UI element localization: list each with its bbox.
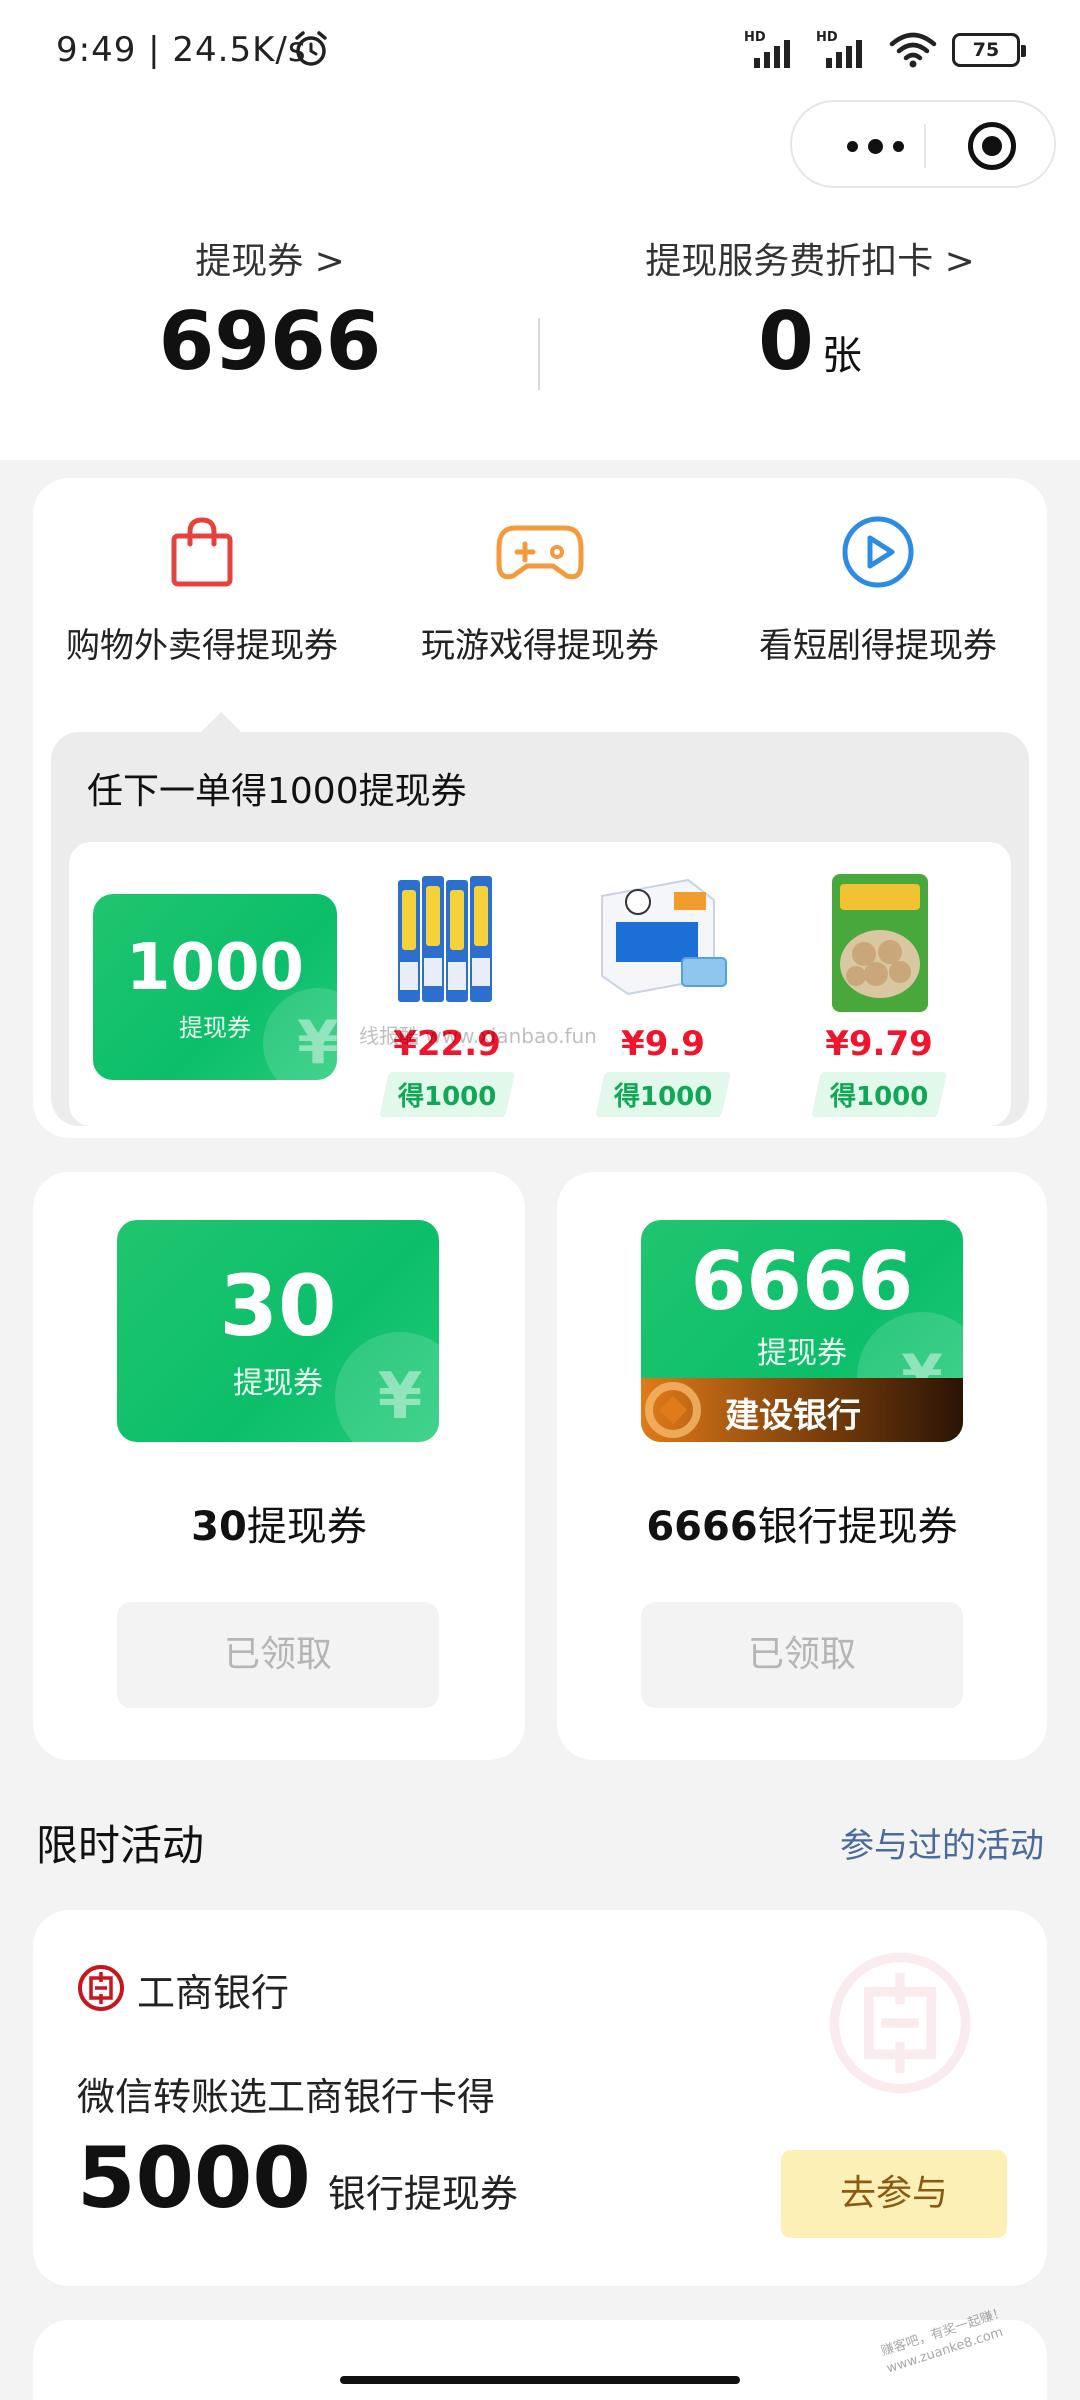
voucher-balance-value: 6966 bbox=[158, 295, 382, 388]
task-card: 购物外卖得提现券 玩游戏得提现券 看短剧得提现券 任下一单得1000提现券 10… bbox=[33, 478, 1047, 1138]
home-indicator[interactable] bbox=[340, 2376, 740, 2384]
promo-title: 任下一单得1000提现券 bbox=[87, 771, 467, 812]
voucher-balance[interactable]: 提现券 > 6966 bbox=[70, 232, 470, 382]
reward-coupon-6666: 6666 提现券 ¥ 建设银行 bbox=[641, 1220, 963, 1442]
bank-strip: 建设银行 bbox=[641, 1378, 963, 1442]
reward-title: 6666银行提现券 bbox=[646, 1504, 958, 1550]
signal-icon: HD bbox=[816, 30, 874, 70]
section-title: 限时活动 bbox=[36, 1821, 205, 1870]
yen-icon: ¥ bbox=[335, 1332, 439, 1442]
product-reward-badge: 得1000 bbox=[379, 1072, 515, 1117]
joined-activities-link[interactable]: 参与过的活动 bbox=[840, 1818, 1044, 1867]
washing-machine-cleaner-image bbox=[601, 878, 727, 996]
activity-unit: 银行提现券 bbox=[327, 2172, 518, 2216]
icbc-logo-watermark-icon bbox=[829, 1952, 971, 2094]
product-reward-badge: 得1000 bbox=[595, 1072, 731, 1117]
status-bar: 9:49 | 24.5K/s HD HD 75 bbox=[0, 0, 1080, 100]
discount-card-balance[interactable]: 提现服务费折扣卡 > 0张 bbox=[610, 232, 1010, 382]
bank-strip-label: 建设银行 bbox=[725, 1396, 861, 1436]
tab-short-drama[interactable]: 看短剧得提现券 bbox=[709, 514, 1047, 667]
activity-bank-name: 工商银行 bbox=[137, 1971, 290, 2015]
product-price: ¥9.79 bbox=[825, 1024, 933, 1064]
discount-card-count: 0张 bbox=[758, 295, 862, 388]
miniprogram-capsule bbox=[790, 100, 1056, 188]
tab-games-label: 玩游戏得提现券 bbox=[421, 626, 659, 666]
play-icon bbox=[842, 516, 914, 588]
capsule-divider bbox=[924, 124, 926, 168]
tea-eggs-image bbox=[832, 874, 928, 1012]
reward-coupon-30: 30 提现券 ¥ bbox=[117, 1220, 439, 1442]
task-tabs: 购物外卖得提现券 玩游戏得提现券 看短剧得提现券 bbox=[33, 514, 1047, 666]
discount-card-label: 提现服务费折扣卡 > bbox=[645, 241, 975, 282]
product-reward-badge: 得1000 bbox=[811, 1072, 947, 1117]
icbc-logo-icon bbox=[78, 1965, 124, 2011]
signal-icon: HD bbox=[744, 30, 802, 70]
tab-shopping[interactable]: 购物外卖得提现券 bbox=[33, 514, 371, 667]
reward-coupon-amount: 6666 bbox=[641, 1242, 963, 1322]
activity-amount: 5000 bbox=[77, 2129, 311, 2227]
status-icons: HD HD 75 bbox=[744, 28, 1026, 72]
gamepad-icon bbox=[496, 525, 584, 580]
tab-shopping-label: 购物外卖得提现券 bbox=[66, 626, 338, 666]
ccb-logo-icon bbox=[645, 1382, 701, 1438]
watermark: 线报酷 www.xianbao.fun bbox=[359, 1024, 597, 1048]
close-miniprogram-icon[interactable] bbox=[968, 122, 1016, 170]
promo-products: 1000 提现券 ¥ ¥22.9 得1000 ¥9.9 得1000 ¥9.79 … bbox=[69, 842, 1011, 1126]
product-card[interactable]: ¥9.9 得1000 bbox=[563, 866, 763, 1126]
shopping-bag-icon bbox=[171, 517, 233, 587]
more-icon[interactable] bbox=[830, 122, 920, 170]
battery-icon: 75 bbox=[952, 33, 1026, 67]
claimed-button[interactable]: 已领取 bbox=[641, 1602, 963, 1708]
product-card[interactable]: ¥22.9 得1000 bbox=[347, 866, 547, 1126]
wifi-icon bbox=[889, 32, 937, 68]
activity-description: 微信转账选工商银行卡得 bbox=[77, 2075, 496, 2119]
promo-coupon[interactable]: 1000 提现券 ¥ bbox=[93, 894, 337, 1080]
activity-reward: 5000 银行提现券 bbox=[77, 2136, 518, 2220]
promo-panel: 任下一单得1000提现券 1000 提现券 ¥ ¥22.9 得1000 ¥9.9… bbox=[51, 712, 1029, 1126]
tab-short-drama-label: 看短剧得提现券 bbox=[759, 626, 997, 666]
reward-card-30: 30 提现券 ¥ 30提现券 已领取 bbox=[33, 1172, 525, 1760]
reward-card-6666: 6666 提现券 ¥ 建设银行 6666银行提现券 已领取 bbox=[557, 1172, 1047, 1760]
claimed-button[interactable]: 已领取 bbox=[117, 1602, 439, 1708]
activity-card: 工商银行 微信转账选工商银行卡得 5000 银行提现券 去参与 bbox=[33, 1910, 1047, 2286]
tab-games[interactable]: 玩游戏得提现券 bbox=[371, 514, 709, 667]
balance-divider bbox=[538, 318, 540, 390]
alarm-icon bbox=[295, 31, 327, 66]
product-card[interactable]: ¥9.79 得1000 bbox=[779, 866, 979, 1126]
voucher-balance-label: 提现券 > bbox=[195, 241, 345, 282]
join-button[interactable]: 去参与 bbox=[781, 2150, 1007, 2238]
status-time: 9:49 | 24.5K/s bbox=[56, 30, 307, 70]
toothbrush-pack-image bbox=[394, 874, 498, 1006]
reward-title: 30提现券 bbox=[191, 1504, 367, 1550]
